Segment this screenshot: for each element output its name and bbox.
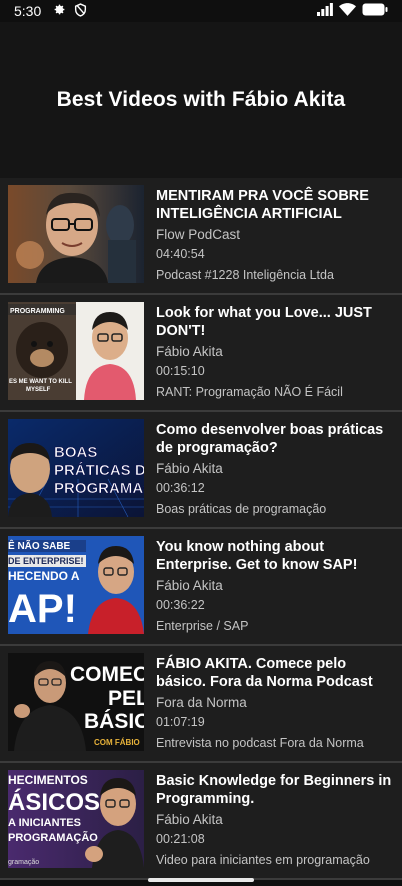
- video-channel: Fora da Norma: [156, 695, 247, 710]
- thumb-text: AP!: [8, 587, 77, 631]
- video-description: Entrevista no podcast Fora da Norma: [156, 736, 364, 750]
- video-duration: 00:36:22: [156, 598, 205, 612]
- thumb-text: ES ME WANT TO KILL: [9, 379, 72, 385]
- thumb-text: gramação: [8, 859, 39, 866]
- thumb-text: PROGRAMAÇÃO: [8, 831, 98, 844]
- video-duration: 00:15:10: [156, 364, 205, 378]
- thumb-text: HECENDO A: [8, 569, 80, 583]
- video-thumbnail[interactable]: BOAS PRÁTICAS DE PROGRAMAÇ: [8, 419, 144, 517]
- status-bar: 5:30: [0, 0, 402, 22]
- status-left: 5:30: [14, 2, 87, 20]
- video-thumbnail[interactable]: Ê NÃO SABE DE ENTERPRISE! HECENDO A AP!: [8, 536, 144, 634]
- battery-icon: [362, 3, 388, 19]
- thumb-text: Ê NÃO SABE: [8, 539, 71, 552]
- video-description: Video para iniciantes em programação: [156, 853, 370, 867]
- video-channel: Fábio Akita: [156, 578, 223, 593]
- thumb-text: A INICIANTES: [8, 817, 81, 829]
- video-channel: Fábio Akita: [156, 812, 223, 827]
- video-channel: Flow PodCast: [156, 227, 241, 242]
- video-description: Enterprise / SAP: [156, 619, 249, 633]
- video-duration: 00:21:08: [156, 832, 205, 846]
- video-duration: 04:40:54: [156, 247, 205, 261]
- video-info: FÁBIO AKITA. Comece pelo básico. Fora da…: [156, 653, 396, 755]
- video-title[interactable]: FÁBIO AKITA. Comece pelo básico. Fora da…: [156, 655, 396, 691]
- video-thumbnail[interactable]: PROGRAMMING ES ME WANT TO KILL MYSELF: [8, 302, 144, 400]
- video-duration: 01:07:19: [156, 715, 205, 729]
- video-info: MENTIRAM PRA VOCÊ SOBRE INTELIGÊNCIA ART…: [156, 185, 396, 287]
- thumb-text: PEL: [108, 687, 144, 710]
- video-item[interactable]: PROGRAMMING ES ME WANT TO KILL MYSELF Lo…: [0, 295, 402, 412]
- thumb-text: COMEC: [70, 663, 144, 686]
- video-list: MENTIRAM PRA VOCÊ SOBRE INTELIGÊNCIA ART…: [0, 178, 402, 886]
- video-info: Basic Knowledge for Beginners in Program…: [156, 770, 396, 872]
- video-info: Como desenvolver boas práticas de progra…: [156, 419, 396, 521]
- thumb-text: HECIMENTOS: [8, 773, 88, 787]
- video-title[interactable]: Como desenvolver boas práticas de progra…: [156, 421, 396, 457]
- video-info: You know nothing about Enterprise. Get t…: [156, 536, 396, 638]
- thumb-text: BÁSIC: [84, 710, 144, 733]
- video-description: Boas práticas de programação: [156, 502, 327, 516]
- wifi-icon: [339, 3, 356, 19]
- video-title[interactable]: MENTIRAM PRA VOCÊ SOBRE INTELIGÊNCIA ART…: [156, 187, 396, 223]
- video-info: Look for what you Love... JUST DON'T! Fá…: [156, 302, 396, 404]
- thumb-text: PROGRAMAÇ: [54, 480, 144, 497]
- video-description: Podcast #1228 Inteligência Ltda: [156, 268, 334, 282]
- video-item[interactable]: COMEC PEL BÁSIC COM FÁBIO FÁBIO AKITA. C…: [0, 646, 402, 763]
- video-duration: 00:36:12: [156, 481, 205, 495]
- shield-icon: [74, 2, 87, 20]
- video-title[interactable]: You know nothing about Enterprise. Get t…: [156, 538, 396, 574]
- thumb-text: PRÁTICAS DE: [54, 462, 144, 479]
- video-title[interactable]: Basic Knowledge for Beginners in Program…: [156, 772, 396, 808]
- status-time: 5:30: [14, 3, 42, 19]
- thumb-text: MYSELF: [26, 387, 51, 393]
- thumb-text: BOAS: [54, 444, 97, 461]
- signal-icon: [317, 3, 333, 19]
- video-thumbnail[interactable]: HECIMENTOS ÁSICOS A INICIANTES PROGRAMAÇ…: [8, 770, 144, 868]
- video-thumbnail[interactable]: COMEC PEL BÁSIC COM FÁBIO: [8, 653, 144, 751]
- page-title: Best Videos with Fábio Akita: [56, 88, 346, 111]
- gear-icon: [53, 3, 66, 19]
- video-channel: Fábio Akita: [156, 461, 223, 476]
- video-title[interactable]: Look for what you Love... JUST DON'T!: [156, 304, 396, 340]
- thumb-text: DE ENTERPRISE!: [8, 556, 84, 566]
- video-item[interactable]: Ê NÃO SABE DE ENTERPRISE! HECENDO A AP! …: [0, 529, 402, 646]
- home-indicator[interactable]: [148, 878, 254, 882]
- header: Best Videos with Fábio Akita: [0, 22, 402, 178]
- video-item[interactable]: BOAS PRÁTICAS DE PROGRAMAÇ Como desenvol…: [0, 412, 402, 529]
- video-item[interactable]: MENTIRAM PRA VOCÊ SOBRE INTELIGÊNCIA ART…: [0, 178, 402, 295]
- thumb-text: COM FÁBIO: [94, 738, 140, 747]
- video-description: RANT: Programação NÃO É Fácil: [156, 385, 343, 399]
- thumb-text: PROGRAMMING: [10, 308, 65, 315]
- status-right: [317, 3, 388, 19]
- thumb-text: ÁSICOS: [8, 788, 100, 816]
- video-channel: Fábio Akita: [156, 344, 223, 359]
- video-item[interactable]: HECIMENTOS ÁSICOS A INICIANTES PROGRAMAÇ…: [0, 763, 402, 880]
- video-thumbnail[interactable]: [8, 185, 144, 283]
